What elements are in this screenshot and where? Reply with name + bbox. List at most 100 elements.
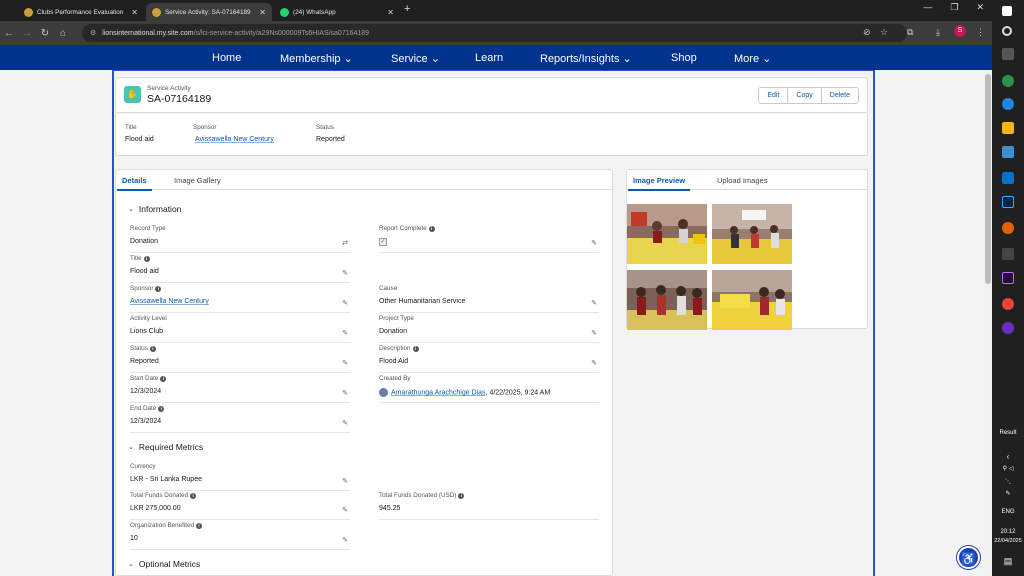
record-summary: Title Flood aid Sponsor Avissawella New … — [115, 114, 868, 156]
field-total-funds-donated: Total Funds Donated i LKR 275,000.00 ✎ — [130, 492, 350, 520]
info-icon[interactable]: i — [155, 285, 162, 292]
info-icon[interactable]: i — [160, 375, 167, 382]
section-required-metrics[interactable]: ⌄ Required Metrics — [128, 442, 203, 452]
edit-pencil-icon[interactable]: ✎ — [591, 359, 597, 367]
sponsor-link[interactable]: Avissawella New Century — [130, 298, 350, 305]
app-icon[interactable] — [1002, 248, 1014, 260]
created-by-link[interactable]: Amarathunga Arachchige Dias — [391, 389, 486, 396]
url-field[interactable]: ⚙ lionsinternational.my.site.com/s/lci-s… — [82, 24, 907, 42]
tab-upload-images[interactable]: Upload Images — [717, 176, 767, 185]
info-icon[interactable]: i — [158, 405, 165, 412]
edit-pencil-icon[interactable]: ✎ — [342, 506, 348, 514]
edit-pencil-icon[interactable]: ✎ — [342, 299, 348, 307]
nav-service[interactable]: Service ⌄ — [391, 52, 440, 65]
network-sound-icons[interactable]: ⚲ ◁ — [992, 465, 1024, 472]
url-path: /s/lci-service-activity/a29Ns000009Ts6HI… — [193, 29, 370, 37]
info-icon[interactable]: i — [143, 255, 150, 262]
info-icon[interactable]: i — [149, 345, 156, 352]
close-tab-icon[interactable]: ✕ — [387, 8, 394, 17]
chevron-left-icon[interactable]: ‹ — [992, 452, 1024, 461]
task-view-icon[interactable] — [1002, 48, 1014, 60]
notification-icon[interactable]: ▤ — [992, 556, 1024, 567]
new-tab-button[interactable]: + — [404, 3, 410, 15]
info-icon[interactable]: i — [190, 492, 197, 499]
accessibility-button[interactable]: ♿ — [957, 546, 980, 569]
edit-pencil-icon[interactable]: ✎ — [591, 239, 597, 247]
profile-avatar[interactable]: S — [954, 25, 966, 37]
info-icon[interactable]: i — [428, 225, 435, 232]
bookmark-star-icon[interactable]: ☆ — [880, 27, 888, 38]
home-icon[interactable]: ⌂ — [54, 28, 72, 39]
download-icon[interactable]: ⤓ — [936, 27, 940, 38]
section-information[interactable]: ⌄ Information — [128, 204, 181, 214]
extensions-icon[interactable]: ⧉ — [907, 27, 913, 38]
change-record-type-icon[interactable]: ⇄ — [342, 239, 348, 247]
field-value: 12/3/2024 — [130, 388, 162, 395]
close-tab-icon[interactable]: ✕ — [131, 8, 138, 17]
site-info-icon[interactable]: ⚙ — [90, 29, 96, 37]
photoshop-icon[interactable] — [1002, 196, 1014, 208]
premiere-icon[interactable] — [1002, 272, 1014, 284]
nav-shop[interactable]: Shop — [671, 52, 697, 64]
delete-button[interactable]: Delete — [821, 88, 858, 103]
edit-pencil-icon[interactable]: ✎ — [342, 359, 348, 367]
edit-pencil-icon[interactable]: ✎ — [342, 477, 348, 485]
nav-learn[interactable]: Learn — [475, 52, 503, 64]
edit-button[interactable]: Edit — [759, 88, 789, 103]
back-icon[interactable]: ← — [0, 28, 18, 39]
menu-dots-icon[interactable]: ⋮ — [976, 27, 985, 38]
edit-pencil-icon[interactable]: ✎ — [591, 329, 597, 337]
language-indicator[interactable]: ENG — [992, 509, 1024, 515]
edit-pencil-icon[interactable]: ✎ — [342, 269, 348, 277]
clock-time[interactable]: 20:12 — [992, 529, 1024, 535]
reload-icon[interactable]: ↻ — [36, 28, 54, 39]
search-icon[interactable] — [1002, 26, 1012, 36]
nav-home[interactable]: Home — [212, 52, 241, 64]
file-explorer-icon[interactable] — [1002, 122, 1014, 134]
edit-pencil-icon[interactable]: ✎ — [342, 536, 348, 544]
info-icon[interactable]: i — [458, 492, 465, 499]
edit-pencil-icon[interactable]: ✎ — [342, 419, 348, 427]
edge-icon[interactable] — [1002, 98, 1014, 110]
copilot-icon[interactable] — [1002, 75, 1014, 87]
nav-reports[interactable]: Reports/Insights ⌄ — [540, 52, 632, 65]
result-label[interactable]: Result — [992, 430, 1024, 436]
pen-icon[interactable]: ✎ — [992, 490, 1024, 497]
activity-photo-4[interactable] — [712, 270, 792, 330]
close-window-icon[interactable]: ✕ — [976, 2, 984, 13]
copy-button[interactable]: Copy — [788, 88, 822, 103]
forward-icon[interactable]: → — [18, 28, 36, 39]
browser-tab-2[interactable]: Service Activity: SA-07164189 ✕ — [146, 3, 272, 21]
media-player-icon[interactable] — [1002, 322, 1014, 334]
scrollbar-thumb[interactable] — [985, 74, 991, 284]
eye-off-icon[interactable]: ⊘ — [863, 27, 871, 38]
browser-tab-1[interactable]: Clubs Performance Evaluation ✕ — [18, 3, 144, 21]
edit-pencil-icon[interactable]: ✎ — [591, 299, 597, 307]
windows-start-icon[interactable] — [1002, 6, 1012, 16]
minimize-icon[interactable]: — — [923, 2, 932, 13]
tab-image-preview[interactable]: Image Preview — [627, 176, 691, 191]
section-optional-metrics[interactable]: ⌄ Optional Metrics — [128, 559, 200, 569]
close-tab-icon[interactable]: ✕ — [259, 8, 266, 17]
store-icon[interactable] — [1002, 146, 1014, 158]
field-label: Total Funds Donated (USD) — [379, 492, 457, 499]
firefox-icon[interactable] — [1002, 222, 1014, 234]
wifi-icon[interactable]: ⋱ — [992, 478, 1024, 485]
browser-tab-3[interactable]: (24) WhatsApp ✕ — [274, 3, 400, 21]
activity-photo-2[interactable] — [712, 204, 792, 264]
outlook-icon[interactable] — [1002, 172, 1014, 184]
sponsor-link[interactable]: Avissawella New Century — [195, 136, 274, 143]
info-icon[interactable]: i — [196, 522, 203, 529]
activity-photo-3[interactable] — [627, 270, 707, 330]
restore-icon[interactable]: ❐ — [950, 2, 958, 13]
tab-details[interactable]: Details — [117, 176, 152, 191]
clock-date[interactable]: 22/04/2025 — [992, 538, 1024, 544]
tab-image-gallery[interactable]: Image Gallery — [174, 176, 221, 185]
edit-pencil-icon[interactable]: ✎ — [342, 329, 348, 337]
nav-membership[interactable]: Membership ⌄ — [280, 52, 353, 65]
info-icon[interactable]: i — [412, 345, 419, 352]
chrome-icon[interactable] — [1002, 298, 1014, 310]
edit-pencil-icon[interactable]: ✎ — [342, 389, 348, 397]
nav-more[interactable]: More ⌄ — [734, 52, 771, 65]
activity-photo-1[interactable] — [627, 204, 707, 264]
